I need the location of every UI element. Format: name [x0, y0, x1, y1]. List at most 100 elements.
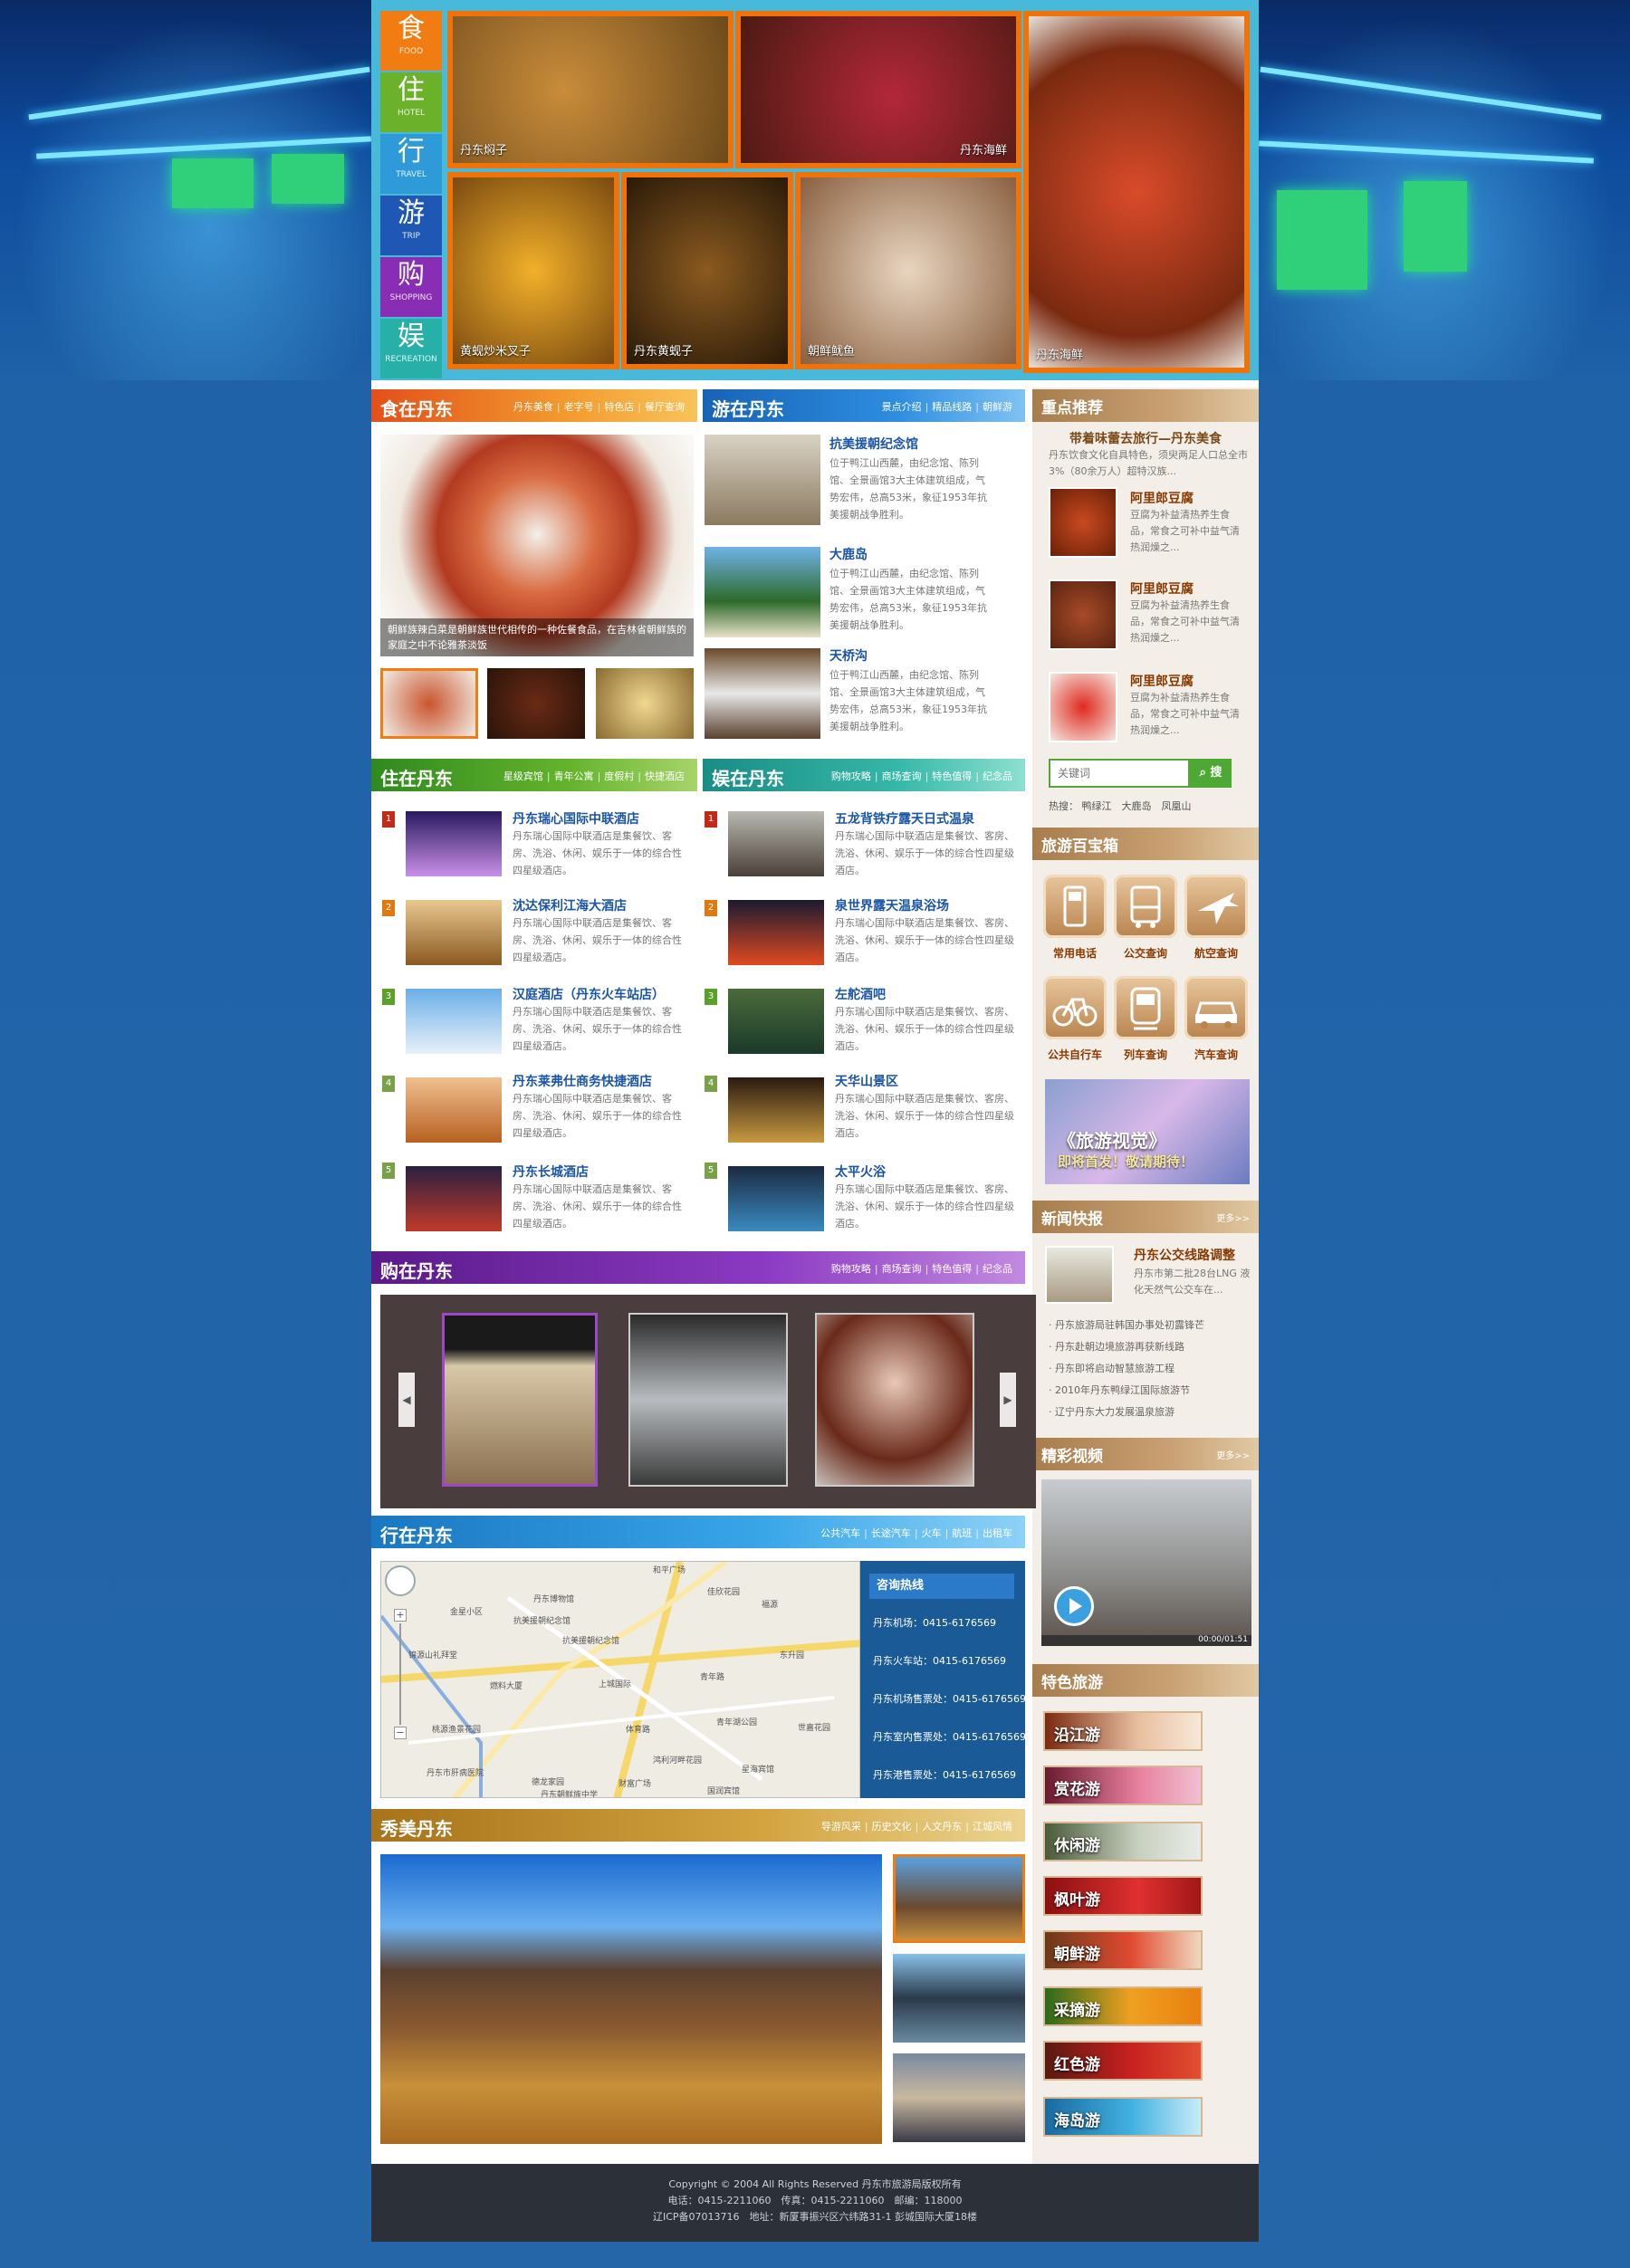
bicycle-icon[interactable] [1043, 976, 1107, 1039]
video-more-link[interactable]: 更多>> [1216, 1448, 1250, 1461]
eat-thumb-1[interactable] [380, 668, 478, 739]
eat-thumb-3[interactable] [596, 668, 694, 739]
tab-trip[interactable]: 游 TRIP [380, 196, 442, 255]
tour-red[interactable]: 红色游 [1043, 2041, 1203, 2081]
stay-item-title[interactable]: 丹东长城酒店 [513, 1163, 589, 1181]
featured-photo-3[interactable] [1049, 672, 1117, 742]
travel-photo-2[interactable] [705, 547, 820, 637]
stay-photo[interactable] [406, 1077, 502, 1143]
scenic-thumb-2[interactable] [893, 1954, 1025, 2043]
search-button[interactable]: ⌕ 搜 [1190, 759, 1232, 788]
tour-flowers[interactable]: 赏花游 [1043, 1766, 1203, 1805]
food-photo-mianzi[interactable]: 丹东焖子 [447, 11, 734, 168]
scenic-main-photo[interactable] [380, 1854, 882, 2144]
food-photo-clams[interactable]: 丹东黄蚬子 [621, 172, 793, 369]
travel-links[interactable]: 景点介绍 | 精品线路 | 朝鲜游 [878, 399, 1016, 414]
video-controls[interactable]: 00:00/01:51 [1041, 1635, 1251, 1646]
toolbox-label[interactable]: 列车查询 [1105, 1047, 1186, 1062]
fun-item-title[interactable]: 太平火浴 [835, 1163, 886, 1181]
featured-item-title[interactable]: 阿里郎豆腐 [1130, 672, 1194, 690]
shop-photo-car[interactable] [628, 1313, 788, 1487]
food-photo-squid[interactable]: 朝鲜鱿鱼 [795, 172, 1021, 369]
travel-item-title[interactable]: 大鹿岛 [829, 545, 868, 563]
news-headline[interactable]: 丹东公交线路调整 [1134, 1246, 1235, 1264]
stay-item-title[interactable]: 汉庭酒店（丹东火车站店） [513, 985, 665, 1003]
phone-icon[interactable] [1043, 875, 1107, 938]
stay-photo[interactable] [406, 900, 502, 965]
tour-maple[interactable]: 枫叶游 [1043, 1876, 1203, 1916]
scenic-thumb-3[interactable] [893, 2053, 1025, 2142]
hot-search-link[interactable]: 凤凰山 [1162, 800, 1192, 812]
news-list-item[interactable]: · 2010年丹东鸭绿江国际旅游节 [1049, 1380, 1253, 1402]
toolbox-label[interactable]: 公共自行车 [1034, 1047, 1116, 1062]
travel-item-title[interactable]: 抗美援朝纪念馆 [829, 435, 918, 453]
fun-links[interactable]: 购物攻略 | 商场查询 | 特色值得 | 纪念品 [828, 769, 1016, 783]
fun-item-title[interactable]: 左舵酒吧 [835, 985, 886, 1003]
tour-island[interactable]: 海岛游 [1043, 2097, 1203, 2137]
carousel-next-arrow[interactable]: ▶ [1000, 1373, 1016, 1427]
fun-photo[interactable] [728, 989, 824, 1054]
fun-item-title[interactable]: 泉世界露天温泉浴场 [835, 896, 949, 914]
shop-photo-mall[interactable] [442, 1313, 598, 1487]
promo-banner[interactable]: 《旅游视觉》 即将首发！敬请期待！ [1045, 1079, 1250, 1184]
city-map[interactable]: + − 和平广场 丹东博物馆 抗美援朝纪念馆 抗美援朝纪念馆 金星小区 锦源山礼… [380, 1561, 860, 1798]
food-photo-seafood[interactable]: 丹东海鲜 [1023, 11, 1250, 373]
tour-leisure[interactable]: 休闲游 [1043, 1822, 1203, 1861]
fun-photo[interactable] [728, 811, 824, 876]
featured-photo-2[interactable] [1049, 579, 1117, 650]
tab-travel[interactable]: 行 TRAVEL [380, 134, 442, 194]
fun-photo[interactable] [728, 1077, 824, 1143]
map-pan-control[interactable] [385, 1565, 416, 1596]
tour-riverside[interactable]: 沿江游 [1043, 1711, 1203, 1751]
map-zoom-in[interactable]: + [394, 1609, 407, 1622]
toolbox-label[interactable]: 公交查询 [1105, 945, 1186, 961]
fun-photo[interactable] [728, 1166, 824, 1231]
stay-photo[interactable] [406, 811, 502, 876]
featured-photo-1[interactable] [1049, 487, 1117, 558]
hot-search-link[interactable]: 鸭绿江 [1082, 800, 1112, 812]
featured-headline[interactable]: 带着味蕾去旅行—丹东美食 [1041, 429, 1250, 447]
food-photo-noodles[interactable]: 黄蚬炒米叉子 [447, 172, 619, 369]
eat-thumb-2[interactable] [487, 668, 585, 739]
stay-photo[interactable] [406, 1166, 502, 1231]
toolbox-label[interactable]: 航空查询 [1175, 945, 1257, 961]
eat-main-photo[interactable]: 朝鲜族辣白菜是朝鲜族世代相传的一种佐餐食品，在吉林省朝鲜族的家庭之中不论雅茶淡饭 [380, 435, 694, 656]
tab-recreation[interactable]: 娱 RECREATION [380, 319, 442, 378]
news-photo[interactable] [1045, 1246, 1114, 1304]
train-icon[interactable] [1114, 976, 1177, 1039]
food-photo-hotpot[interactable]: 丹东海鲜 [735, 11, 1021, 168]
tour-picking[interactable]: 采摘游 [1043, 1986, 1203, 2026]
map-zoom-slider[interactable] [399, 1623, 401, 1725]
map-zoom-out[interactable]: − [394, 1727, 407, 1739]
fun-item-title[interactable]: 天华山景区 [835, 1072, 898, 1090]
travel-photo-1[interactable] [705, 435, 820, 525]
shop-links[interactable]: 购物攻略 | 商场查询 | 特色值得 | 纪念品 [828, 1261, 1016, 1276]
news-list-item[interactable]: · 辽宁丹东大力发展温泉旅游 [1049, 1402, 1253, 1423]
travel-photo-3[interactable] [705, 648, 820, 739]
fun-photo[interactable] [728, 900, 824, 965]
toolbox-label[interactable]: 汽车查询 [1175, 1047, 1257, 1062]
toolbox-label[interactable]: 常用电话 [1034, 945, 1116, 961]
search-input[interactable] [1049, 759, 1190, 788]
hot-search-link[interactable]: 大鹿岛 [1122, 800, 1152, 812]
featured-item-title[interactable]: 阿里郎豆腐 [1130, 489, 1194, 507]
news-more-link[interactable]: 更多>> [1216, 1211, 1250, 1224]
carousel-prev-arrow[interactable]: ◀ [398, 1373, 415, 1427]
stay-item-title[interactable]: 丹东瑞心国际中联酒店 [513, 809, 639, 828]
scenic-links[interactable]: 导游风采 | 历史文化 | 人文丹东 | 江城风情 [818, 1819, 1016, 1833]
go-links[interactable]: 公共汽车 | 长途汽车 | 火车 | 航班 | 出租车 [817, 1526, 1016, 1540]
stay-photo[interactable] [406, 989, 502, 1054]
fun-item-title[interactable]: 五龙背铁疗露天日式温泉 [835, 809, 974, 828]
stay-item-title[interactable]: 沈达保利江海大酒店 [513, 896, 627, 914]
scenic-thumb-1[interactable] [893, 1854, 1025, 1943]
car-icon[interactable] [1184, 976, 1248, 1039]
tab-shopping[interactable]: 购 SHOPPING [380, 257, 442, 317]
travel-item-title[interactable]: 天桥沟 [829, 646, 868, 665]
news-list-item[interactable]: · 丹东旅游局驻韩国办事处初露锋芒 [1049, 1315, 1253, 1336]
airplane-icon[interactable] [1184, 875, 1248, 938]
eat-links[interactable]: 丹东美食 | 老字号 | 特色店 | 餐厅查询 [510, 399, 688, 414]
tab-food[interactable]: 食 FOOD [380, 11, 442, 71]
play-icon[interactable] [1054, 1586, 1094, 1626]
shop-photo-fashion[interactable] [815, 1313, 974, 1487]
bus-icon[interactable] [1114, 875, 1177, 938]
